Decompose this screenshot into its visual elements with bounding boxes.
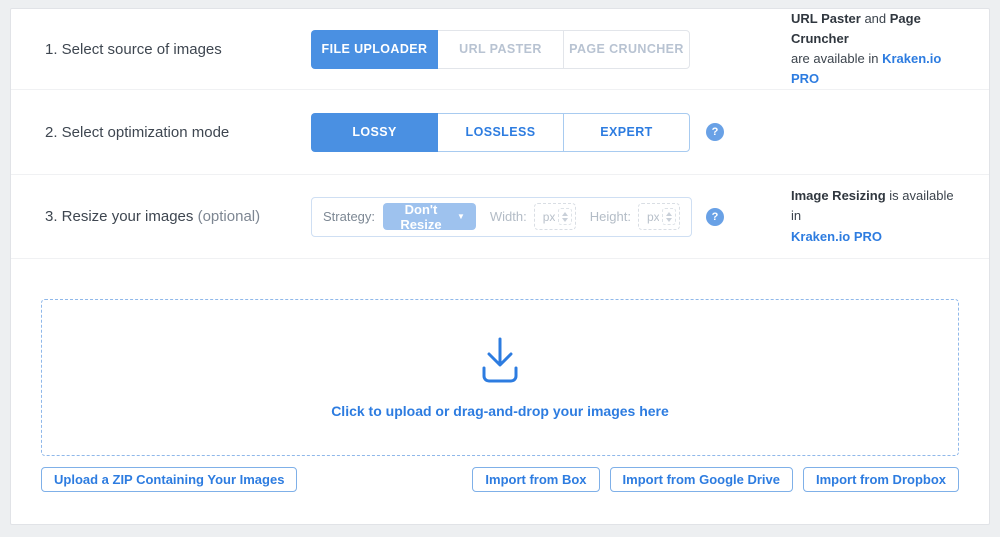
width-field-wrap	[534, 203, 576, 230]
resize-pro-note: Image Resizing is available in Kraken.io…	[738, 186, 989, 246]
import-google-drive-button[interactable]: Import from Google Drive	[610, 467, 793, 492]
mode-tabs: LOSSY LOSSLESS EXPERT	[311, 113, 692, 152]
step-source-label: 1. Select source of images	[11, 41, 311, 58]
upload-zip-button[interactable]: Upload a ZIP Containing Your Images	[41, 467, 297, 492]
footer-actions: Upload a ZIP Containing Your Images Impo…	[11, 467, 989, 492]
step-resize-row: 3. Resize your images (optional) Strateg…	[11, 175, 989, 259]
width-stepper-icon[interactable]	[558, 208, 572, 225]
height-label: Height:	[590, 209, 631, 224]
tab-lossy[interactable]: LOSSY	[311, 113, 438, 152]
tab-lossless[interactable]: LOSSLESS	[437, 113, 564, 152]
source-pro-note: URL Paster and Page Cruncher are availab…	[738, 9, 989, 90]
import-buttons: Import from Box Import from Google Drive…	[472, 467, 959, 492]
download-arrow-icon	[475, 337, 525, 383]
optimizer-panel: 1. Select source of images FILE UPLOADER…	[10, 8, 990, 525]
note-available-in: are available in	[791, 51, 882, 66]
strategy-value: Don't Resize	[394, 202, 448, 232]
chevron-down-icon: ▼	[457, 213, 465, 221]
height-stepper-icon[interactable]	[662, 208, 676, 225]
note-image-resizing: Image Resizing	[791, 188, 886, 203]
note-url-paster: URL Paster	[791, 11, 861, 26]
tab-url-paster[interactable]: URL PASTER	[437, 30, 564, 69]
import-dropbox-button[interactable]: Import from Dropbox	[803, 467, 959, 492]
upload-section: Click to upload or drag-and-drop your im…	[11, 259, 989, 456]
step-resize-label: 3. Resize your images (optional)	[11, 208, 311, 225]
resize-label-optional: (optional)	[193, 208, 260, 225]
step-source-row: 1. Select source of images FILE UPLOADER…	[11, 9, 989, 90]
height-field-wrap	[638, 203, 680, 230]
tab-page-cruncher[interactable]: PAGE CRUNCHER	[563, 30, 690, 69]
step-mode-row: 2. Select optimization mode LOSSY LOSSLE…	[11, 90, 989, 175]
tab-expert[interactable]: EXPERT	[563, 113, 690, 152]
dropzone-text: Click to upload or drag-and-drop your im…	[331, 403, 669, 419]
kraken-pro-link-2[interactable]: Kraken.io PRO	[791, 229, 882, 244]
width-label: Width:	[490, 209, 527, 224]
mode-help-icon[interactable]: ?	[706, 123, 724, 141]
resize-label-main: 3. Resize your images	[45, 208, 193, 225]
step-mode-label: 2. Select optimization mode	[11, 124, 311, 141]
resize-panel: Strategy: Don't Resize ▼ Width: Height:	[311, 197, 692, 237]
upload-dropzone[interactable]: Click to upload or drag-and-drop your im…	[41, 299, 959, 456]
strategy-label: Strategy:	[323, 209, 375, 224]
strategy-dropdown[interactable]: Don't Resize ▼	[383, 203, 476, 230]
note-and: and	[861, 11, 890, 26]
source-tabs: FILE UPLOADER URL PASTER PAGE CRUNCHER	[311, 30, 692, 69]
resize-help-icon[interactable]: ?	[706, 208, 724, 226]
tab-file-uploader[interactable]: FILE UPLOADER	[311, 30, 438, 69]
import-box-button[interactable]: Import from Box	[472, 467, 599, 492]
